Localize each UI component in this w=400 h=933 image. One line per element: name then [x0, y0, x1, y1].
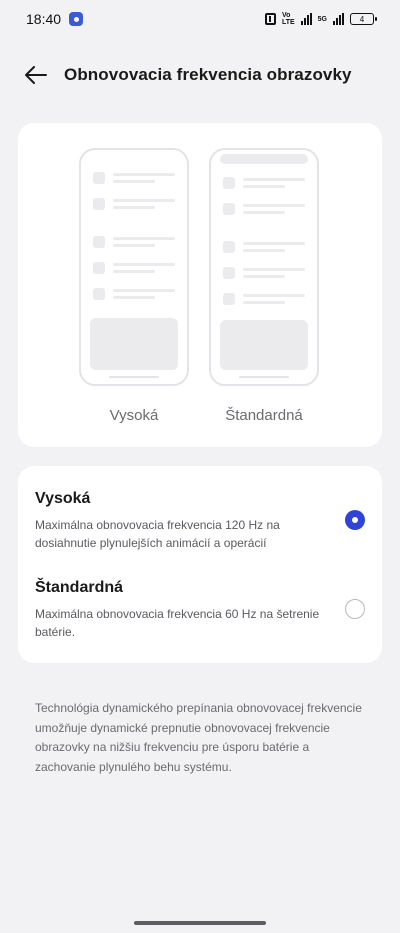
option-title: Vysoká: [35, 490, 91, 507]
status-left: 18:40: [26, 11, 84, 27]
option-title: Štandardná: [35, 579, 124, 596]
radio-standard-unselected[interactable]: [345, 599, 365, 619]
phone-row: [223, 203, 305, 215]
footer-note: Technológia dynamického prepínania obnov…: [35, 701, 362, 774]
phone-row: [223, 241, 305, 253]
preview-card: Vysoká Štandardná: [18, 123, 382, 447]
status-bar: 18:40 Vo LTE 5G 4: [0, 0, 400, 38]
option-description: Maximálna obnovovacia frekvencia 60 Hz n…: [35, 607, 320, 639]
preview-caption-standard: Štandardná: [225, 407, 303, 424]
options-card: Vysoká Maximálna obnovovacia frekvencia …: [18, 466, 382, 663]
network-label-top: Vo: [281, 12, 291, 19]
phone-row: [223, 177, 305, 189]
option-description: Maximálna obnovovacia frekvencia 120 Hz …: [35, 518, 280, 550]
battery-icon: 4: [350, 13, 377, 25]
network-label-2: 5G: [318, 16, 327, 23]
page-title: Obnovovacia frekvencia obrazovky: [64, 65, 352, 84]
option-high[interactable]: Vysoká Maximálna obnovovacia frekvencia …: [18, 490, 382, 554]
phone-row: [223, 293, 305, 305]
status-time: 18:40: [26, 11, 62, 27]
phone-bottom-block: [90, 318, 178, 370]
radio-high-selected[interactable]: [345, 510, 365, 530]
back-button[interactable]: [16, 55, 56, 95]
phone-row: [93, 198, 175, 210]
nfc-icon: [264, 13, 276, 25]
header: Obnovovacia frekvencia obrazovky: [0, 54, 400, 96]
preview-caption-high: Vysoká: [109, 407, 159, 424]
network2-label-top: 5G: [317, 15, 327, 23]
phone-row: [223, 267, 305, 279]
signal-strength-icon-2: [333, 13, 344, 25]
phone-row: [93, 172, 175, 184]
phone-row: [93, 288, 175, 300]
phone-bottom-block: [220, 320, 308, 370]
phone-top-bar: [220, 154, 308, 164]
notification-icon: [69, 12, 84, 26]
phone-illustration-high: [79, 148, 189, 386]
option-standard[interactable]: Štandardná Maximálna obnovovacia frekven…: [18, 579, 382, 643]
back-arrow-icon: [25, 66, 47, 84]
phone-home-line: [239, 376, 289, 378]
network-label-bottom: LTE: [281, 19, 295, 26]
phone-illustration-standard: [209, 148, 319, 386]
signal-strength-icon: [300, 13, 312, 25]
network-label-1: Vo LTE: [282, 12, 295, 26]
phone-row: [93, 236, 175, 248]
status-right: Vo LTE 5G 4: [264, 12, 377, 26]
gesture-navigation-bar[interactable]: [134, 921, 266, 925]
phone-row: [93, 262, 175, 274]
phone-home-line: [109, 376, 159, 378]
battery-level: 4: [359, 14, 365, 24]
